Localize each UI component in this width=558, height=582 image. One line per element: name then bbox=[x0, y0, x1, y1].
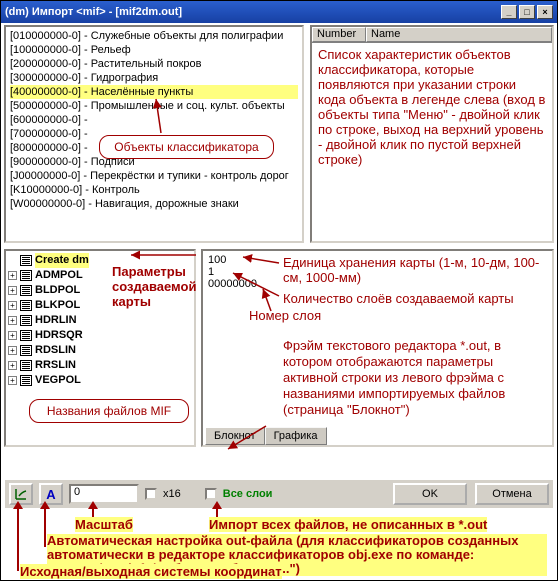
tree-item[interactable]: VEGPOL bbox=[35, 373, 81, 388]
list-item[interactable]: [300000000-0] - Гидрография bbox=[10, 71, 298, 85]
callout-params: Параметры создаваемой карты bbox=[112, 264, 212, 309]
minimize-button[interactable]: _ bbox=[501, 5, 517, 19]
sheet-icon bbox=[20, 330, 32, 341]
tree-item[interactable]: RDSLIN bbox=[35, 343, 76, 358]
expander-icon[interactable]: + bbox=[8, 346, 17, 355]
tree-item[interactable]: BLKPOL bbox=[35, 298, 80, 313]
sheet-icon bbox=[20, 345, 32, 356]
out-value[interactable]: 00000000 bbox=[208, 278, 257, 290]
all-layers-checkbox[interactable] bbox=[205, 488, 217, 500]
tree-item[interactable]: RRSLIN bbox=[35, 358, 76, 373]
list-item[interactable]: [100000000-0] - Рельеф bbox=[10, 43, 298, 57]
classifier-list[interactable]: [010000000-0] - Служебные объекты для по… bbox=[4, 25, 304, 243]
sheet-icon bbox=[20, 285, 32, 296]
expander-icon[interactable]: + bbox=[8, 301, 17, 310]
list-item[interactable]: [200000000-0] - Растительный покров bbox=[10, 57, 298, 71]
callout-layers: Количество слоёв создаваемой карты bbox=[283, 291, 549, 306]
callout-unit: Единица хранения карты (1-м, 10-дм, 100-… bbox=[283, 255, 549, 285]
tree-root[interactable]: Create dm bbox=[35, 253, 89, 268]
callout-frame: Фрэйм текстового редактора *.out, в кото… bbox=[283, 338, 545, 418]
list-item[interactable]: [010000000-0] - Служебные объекты для по… bbox=[10, 29, 298, 43]
sheet-icon bbox=[20, 300, 32, 311]
expander-icon[interactable]: + bbox=[8, 361, 17, 370]
window-title: (dm) Импорт <mif> - [mif2dm.out] bbox=[5, 6, 182, 18]
tab-notepad[interactable]: Блокнот bbox=[205, 427, 265, 445]
list-item[interactable]: [600000000-0] - bbox=[10, 113, 298, 127]
tab-graphics[interactable]: Графика bbox=[265, 427, 327, 445]
callout-layernum: Номер слоя bbox=[249, 308, 321, 323]
titlebar: (dm) Импорт <mif> - [mif2dm.out] _ □ × bbox=[1, 1, 557, 23]
x16-label: x16 bbox=[163, 488, 181, 500]
expander-icon[interactable]: + bbox=[8, 376, 17, 385]
tree-item[interactable]: HDRLIN bbox=[35, 313, 77, 328]
expander-icon[interactable]: + bbox=[8, 271, 17, 280]
callout-objects: Объекты классификатора bbox=[99, 135, 274, 159]
sheet-icon bbox=[20, 270, 32, 281]
expander-icon[interactable]: + bbox=[8, 331, 17, 340]
col-number[interactable]: Number bbox=[312, 27, 366, 42]
auto-out-button[interactable]: A bbox=[39, 483, 63, 505]
table-header: Number Name bbox=[312, 27, 552, 43]
callout-miffiles: Названия файлов MIF bbox=[29, 399, 189, 423]
ok-button[interactable]: OK bbox=[393, 483, 467, 505]
bottom-toolbar: A 0 x16 Все слои OK Отмена bbox=[4, 479, 554, 509]
list-item[interactable]: [400000000-0] - Населённые пункты bbox=[10, 85, 298, 99]
cancel-button[interactable]: Отмена bbox=[475, 483, 549, 505]
list-item[interactable]: [500000000-0] - Промышленные и соц. куль… bbox=[10, 99, 298, 113]
description-overlay: Список характеристик объектов классифика… bbox=[312, 43, 552, 171]
tree-item[interactable]: ADMPOL bbox=[35, 268, 83, 283]
maximize-button[interactable]: □ bbox=[519, 5, 535, 19]
ann-coordsys: Исходная/выходная системы координат bbox=[20, 564, 282, 579]
close-button[interactable]: × bbox=[537, 5, 553, 19]
list-item[interactable]: [W00000000-0] - Навигация, дорожные знак… bbox=[10, 197, 298, 211]
list-item[interactable]: [K10000000-0] - Контроль bbox=[10, 183, 298, 197]
tree-item[interactable]: BLDPOL bbox=[35, 283, 80, 298]
ann-import-all: Импорт всех файлов, не описанных в *.out bbox=[209, 517, 487, 532]
tree-item[interactable]: HDRSQR bbox=[35, 328, 83, 343]
all-layers-label: Все слои bbox=[223, 488, 273, 500]
characteristics-list[interactable]: Number Name Список характеристик объекто… bbox=[310, 25, 554, 243]
ann-scale: Масштаб bbox=[75, 517, 133, 532]
expander-icon[interactable]: + bbox=[8, 286, 17, 295]
coordsys-button[interactable] bbox=[9, 483, 33, 505]
sheet-icon bbox=[20, 375, 32, 386]
sheet-icon bbox=[20, 315, 32, 326]
scale-input[interactable]: 0 bbox=[69, 484, 139, 504]
col-name[interactable]: Name bbox=[366, 27, 552, 42]
sheet-icon bbox=[20, 360, 32, 371]
expander-icon[interactable]: + bbox=[8, 316, 17, 325]
x16-checkbox[interactable] bbox=[145, 488, 157, 500]
list-item[interactable]: [J00000000-0] - Перекрёстки и тупики - к… bbox=[10, 169, 298, 183]
sheet-icon bbox=[20, 255, 32, 266]
